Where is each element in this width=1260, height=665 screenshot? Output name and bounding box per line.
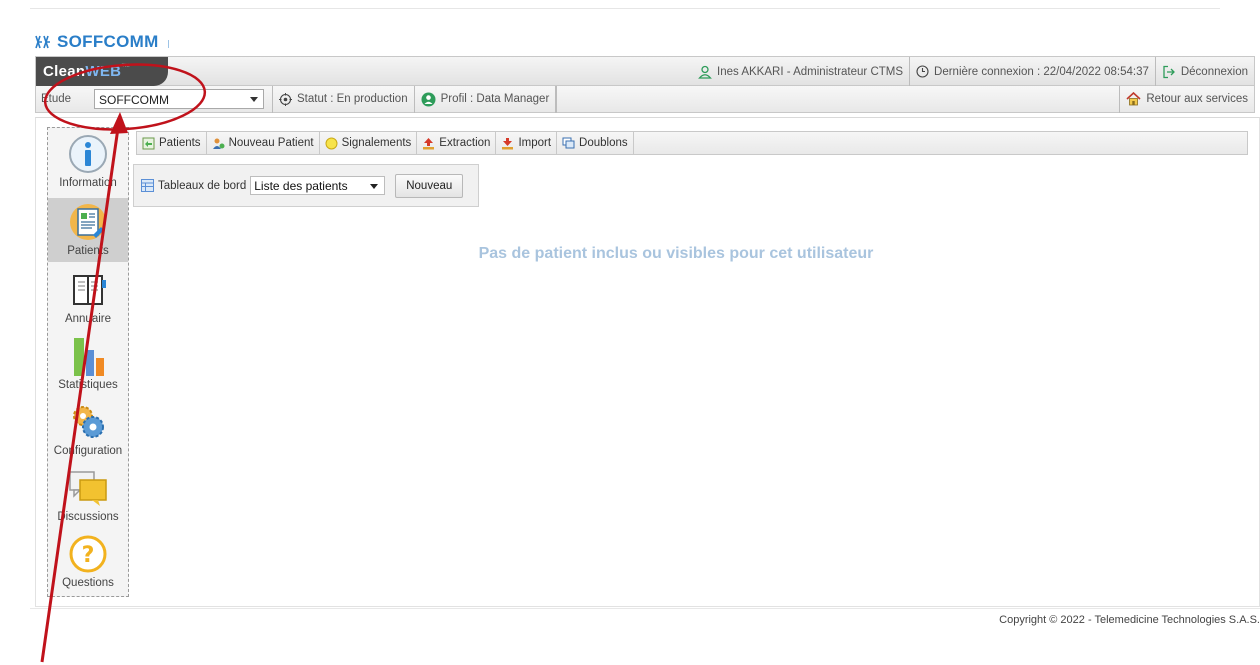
back-to-services-button[interactable]: Retour aux services xyxy=(1119,85,1254,113)
sidebar-item-label: Annuaire xyxy=(64,313,112,325)
tab-signalements[interactable]: Signalements xyxy=(320,132,418,154)
tab-label: Doublons xyxy=(579,137,628,149)
dashboard-selector: Tableaux de bord Liste des patients Nouv… xyxy=(133,164,479,207)
study-profile-text: Profil : Data Manager xyxy=(440,93,550,105)
study-status: Statut : En production xyxy=(272,85,414,113)
app-root: SOFFCOMM CleanWEB™ Ines AKKARI - Adminis… xyxy=(0,0,1260,665)
questions-icon: ? xyxy=(69,535,107,573)
sidebar-item-configuration[interactable]: Configuration xyxy=(48,398,128,462)
chevron-down-icon xyxy=(250,97,258,102)
sidebar-item-statistiques[interactable]: Statistiques xyxy=(48,332,128,396)
tab-doublons[interactable]: Doublons xyxy=(557,132,634,154)
study-select[interactable]: SOFFCOMM xyxy=(94,89,264,109)
discussions-icon xyxy=(69,471,107,506)
sidebar-item-label: Information xyxy=(59,177,117,189)
user-icon xyxy=(698,65,712,79)
app-name-part2: WEB xyxy=(85,63,122,80)
sidebar-item-questions[interactable]: ? Questions xyxy=(48,530,128,594)
sidebar-item-discussions[interactable]: Discussions xyxy=(48,464,128,528)
back-to-services-label: Retour aux services xyxy=(1146,93,1248,105)
copyright: Copyright © 2022 - Telemedicine Technolo… xyxy=(999,614,1260,626)
brand-name: SOFFCOMM xyxy=(57,32,159,51)
statistics-icon xyxy=(74,338,104,376)
soffcomm-logo-icon xyxy=(35,35,50,49)
study-bar: Etude SOFFCOMM Statut : En production Pr… xyxy=(35,85,1255,113)
sidebar-item-label: Statistiques xyxy=(58,379,118,391)
dashboard-select-value: Liste des patients xyxy=(254,179,348,193)
svg-text:?: ? xyxy=(82,543,95,568)
new-patient-icon xyxy=(212,138,225,149)
sidebar-item-annuaire[interactable]: Annuaire xyxy=(48,266,128,330)
tab-label: Extraction xyxy=(439,137,491,149)
sidebar-item-label: Patients xyxy=(67,245,109,257)
sidebar-item-label: Questions xyxy=(62,577,114,589)
tab-label: Nouveau Patient xyxy=(228,137,314,149)
chevron-down-icon xyxy=(370,184,379,189)
app-name-part1: Clean xyxy=(43,63,86,80)
sidebar-item-information[interactable]: Information xyxy=(48,130,128,194)
study-profile: Profil : Data Manager xyxy=(413,85,556,113)
last-login: Dernière connexion : 22/04/2022 08:54:37 xyxy=(909,57,1155,86)
header-right: Ines AKKARI - Administrateur CTMS Derniè… xyxy=(692,57,1254,86)
sidebar: Information Patients Annuaire Statistiqu… xyxy=(47,127,129,597)
sidebar-item-label: Discussions xyxy=(57,511,119,523)
main-panel: Information Patients Annuaire Statistiqu… xyxy=(35,117,1260,607)
logout-button[interactable]: Déconnexion xyxy=(1154,57,1254,86)
table-icon xyxy=(141,179,154,192)
configuration-icon xyxy=(73,406,104,438)
clock-icon xyxy=(916,65,929,78)
patients-tab-icon xyxy=(142,137,155,149)
trademark: ™ xyxy=(121,62,131,72)
tab-bar: Patients Nouveau Patient Signalements Ex… xyxy=(136,131,1248,155)
new-dashboard-button[interactable]: Nouveau xyxy=(395,173,464,198)
tab-label: Import xyxy=(518,137,552,149)
home-icon xyxy=(1126,92,1141,106)
empty-state-message: Pas de patient inclus ou visibles pour c… xyxy=(478,245,874,262)
tab-import[interactable]: Import xyxy=(496,132,558,154)
study-label: Etude xyxy=(41,93,72,105)
top-divider xyxy=(30,8,1220,9)
dashboard-label: Tableaux de bord xyxy=(158,179,247,192)
brand-divider xyxy=(167,40,169,48)
cleanweb-logo: CleanWEB™ xyxy=(36,57,168,86)
patients-icon xyxy=(70,204,106,240)
footer-divider xyxy=(30,608,1260,609)
sidebar-item-label: Configuration xyxy=(53,445,123,457)
last-login-text: Dernière connexion : 22/04/2022 08:54:37 xyxy=(934,65,1149,78)
user-name: Ines AKKARI - Administrateur CTMS xyxy=(717,65,904,78)
brand: SOFFCOMM xyxy=(34,32,169,52)
tab-extraction[interactable]: Extraction xyxy=(417,132,497,154)
import-icon xyxy=(502,137,514,149)
study-status-text: Statut : En production xyxy=(297,93,408,105)
profile-icon xyxy=(421,92,436,106)
header-bar: CleanWEB™ Ines AKKARI - Administrateur C… xyxy=(35,56,1255,86)
duplicates-icon xyxy=(562,137,575,148)
logout-icon xyxy=(1163,65,1175,78)
tab-patients[interactable]: Patients xyxy=(137,132,207,154)
tab-label: Signalements xyxy=(341,137,412,149)
sidebar-item-patients[interactable]: Patients xyxy=(48,198,128,262)
tab-nouveau-patient[interactable]: Nouveau Patient xyxy=(207,132,320,154)
user-info[interactable]: Ines AKKARI - Administrateur CTMS xyxy=(692,57,909,86)
info-icon xyxy=(69,135,107,173)
alert-icon xyxy=(325,137,338,149)
logout-label: Déconnexion xyxy=(1180,65,1248,78)
dashboard-select[interactable]: Liste des patients xyxy=(250,176,386,195)
study-select-value: SOFFCOMM xyxy=(99,93,169,107)
directory-icon xyxy=(73,275,106,305)
tab-label: Patients xyxy=(159,137,201,149)
target-icon xyxy=(279,92,292,106)
extraction-icon xyxy=(423,137,435,149)
